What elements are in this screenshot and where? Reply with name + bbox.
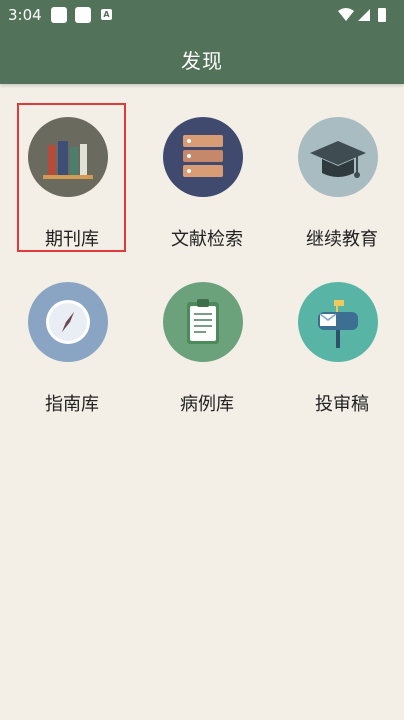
tile-case-library[interactable]: 病例库: [152, 249, 262, 415]
battery-icon: [378, 8, 386, 22]
tile-manuscript-submission[interactable]: 投审稿: [287, 249, 397, 415]
page-title: 发现: [181, 49, 223, 73]
books-icon: [28, 117, 108, 197]
tile-label: 继续教育: [306, 229, 378, 250]
tile-literature-search[interactable]: 文献检索: [152, 84, 262, 250]
server-icon: [163, 117, 243, 197]
graduation-cap-icon: [298, 117, 378, 197]
status-right-icons: [338, 8, 386, 22]
notification-square-icon: [75, 7, 91, 23]
tile-label: 投审稿: [315, 394, 369, 415]
signal-icon: [358, 9, 370, 21]
compass-icon: [28, 282, 108, 362]
notification-square-icon: [51, 7, 67, 23]
tile-label: 指南库: [45, 394, 99, 415]
tile-continuing-education[interactable]: 继续教育: [287, 84, 397, 250]
tile-guideline-library[interactable]: 指南库: [17, 249, 127, 415]
mailbox-icon: [298, 282, 378, 362]
status-bar: 3:04 A: [0, 0, 404, 32]
tile-label: 病例库: [180, 394, 234, 415]
wifi-icon: [338, 8, 354, 21]
tile-journal-library[interactable]: 期刊库: [17, 84, 127, 250]
tile-label: 期刊库: [45, 229, 99, 250]
app-bar: 发现: [0, 32, 404, 84]
a-icon: A: [101, 9, 112, 20]
tile-label: 文献检索: [171, 229, 243, 250]
status-time: 3:04: [8, 6, 42, 24]
clipboard-icon: [163, 282, 243, 362]
